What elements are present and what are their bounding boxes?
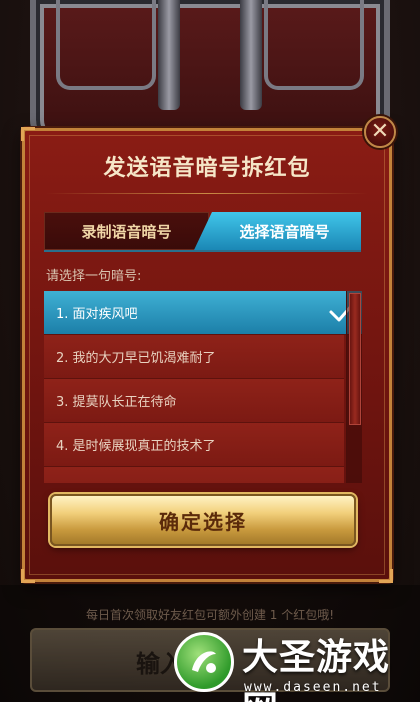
phrase-item[interactable]: 4. 是时候展现真正的技术了 xyxy=(44,423,344,467)
phrase-label: 1. 面对疾风吧 xyxy=(56,307,138,322)
phrase-item[interactable]: 1. 面对疾风吧 xyxy=(44,291,362,335)
site-watermark: 大圣游戏网 www.daseen.net xyxy=(172,626,420,702)
tab-underline xyxy=(44,250,361,252)
phrase-label: 3. 提莫队长正在待命 xyxy=(56,395,177,410)
select-prompt: 请选择一句暗号: xyxy=(46,269,142,284)
corner-ornament xyxy=(21,569,35,583)
phrase-item[interactable]: 3. 提莫队长正在待命 xyxy=(44,379,344,423)
phrase-item[interactable] xyxy=(44,467,344,483)
title-divider xyxy=(46,193,368,194)
tab-record-voice[interactable]: 录制语音暗号 xyxy=(44,212,209,250)
phrase-item[interactable]: 2. 我的大刀早已饥渴难耐了 xyxy=(44,335,344,379)
arch-inner-right xyxy=(264,0,364,90)
phrase-list: 1. 面对疾风吧 2. 我的大刀早已饥渴难耐了 3. 提莫队长正在待命 4. 是… xyxy=(44,291,362,483)
arch-column-left xyxy=(158,0,180,110)
watermark-logo-icon xyxy=(174,632,234,692)
modal-title: 发送语音暗号拆红包 xyxy=(103,156,311,181)
arch-inner-left xyxy=(56,0,156,90)
corner-ornament xyxy=(21,127,35,141)
tab-select-voice[interactable]: 选择语音暗号 xyxy=(194,212,361,250)
bonus-notice: 每日首次领取好友红包可额外创建 1 个红包哦! xyxy=(85,608,335,622)
corner-ornament xyxy=(379,569,393,583)
phrase-list-scrollbar[interactable] xyxy=(346,291,362,483)
close-icon[interactable]: ✕ xyxy=(364,116,396,148)
phrase-label: 2. 我的大刀早已饥渴难耐了 xyxy=(56,351,216,366)
phrase-label: 4. 是时候展现真正的技术了 xyxy=(56,439,216,454)
watermark-url: www.daseen.net xyxy=(244,680,382,695)
scrollbar-thumb[interactable] xyxy=(349,293,361,425)
arch-column-right xyxy=(240,0,262,110)
tab-bar: 录制语音暗号 选择语音暗号 xyxy=(44,212,361,250)
confirm-button[interactable]: 确定选择 xyxy=(50,494,356,546)
